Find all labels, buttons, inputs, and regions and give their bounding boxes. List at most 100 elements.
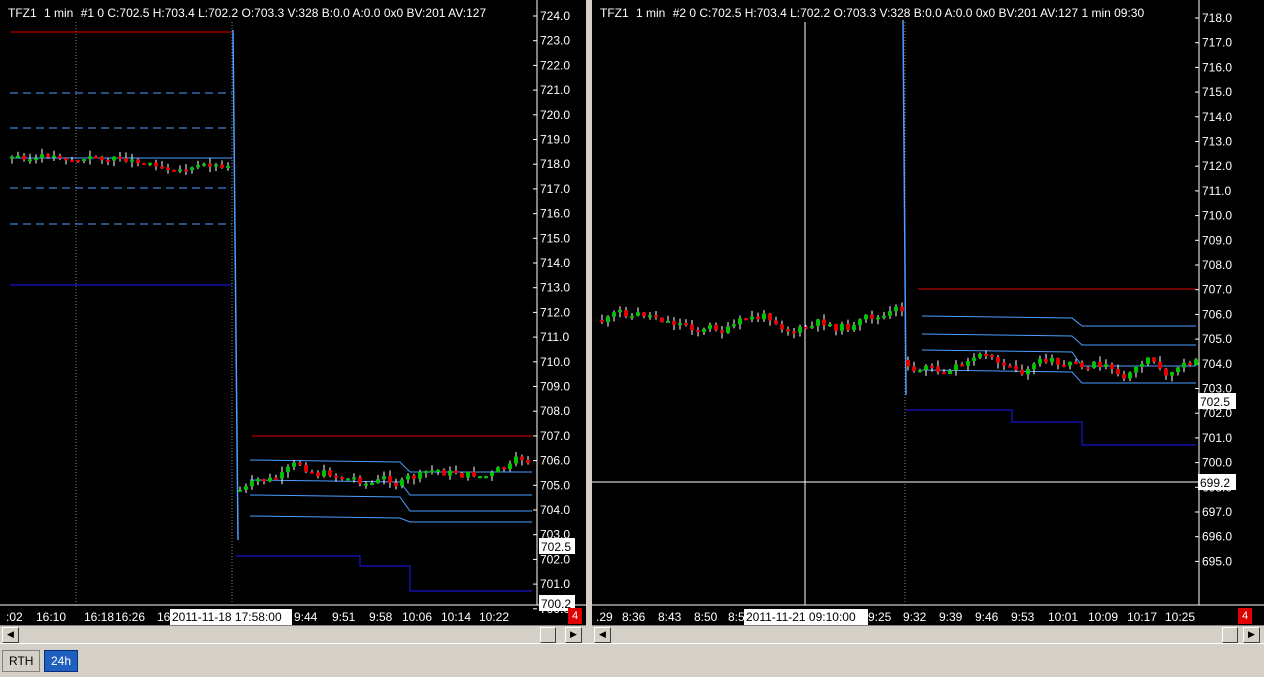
time-tick-label: 8:43 [658,610,682,624]
candle-body [900,306,904,312]
scroll-right-arrow-icon[interactable]: ▶ [565,627,582,643]
candle-body [828,324,832,327]
candle-body [738,318,742,325]
candle-body [370,482,374,485]
candle-body [142,163,146,166]
time-tick-label: 9:25 [868,610,892,624]
price-tick-label: 720.0 [540,108,570,122]
candle-body [960,364,964,367]
candle-body [28,159,32,162]
candle-body [220,164,224,168]
chart-header-2: TFZ1 1 min #2 0 C:702.5 H:703.4 L:702.2 … [600,6,1148,20]
scroll-thumb[interactable] [540,627,556,643]
candle-body [1128,372,1132,379]
price-tick-label: 705.0 [540,478,570,492]
candle-body [418,471,422,479]
candle-body [238,489,242,492]
candle-body [16,155,20,158]
candle-body [906,360,910,367]
candle-body [268,477,272,482]
tab-rth[interactable]: RTH [2,650,41,672]
candle-body [1092,361,1096,368]
candle-body [810,325,814,328]
price-chart-1[interactable]: 724.0 723.0 722.0 721.0 720.0 719.0 718.0 717.0… [0,0,586,643]
price-tick-label: 707.0 [1202,283,1232,297]
time-tick-label: 10:17 [1127,610,1157,624]
candle-body [792,331,796,334]
price-tick-label: 714.0 [1202,110,1232,124]
candle-body [340,477,344,480]
candle-body [244,486,248,490]
candle-body [202,163,206,166]
candle-body [406,475,410,480]
candle-body [726,326,730,333]
chart-pane-1[interactable]: 724.0 723.0 722.0 721.0 720.0 719.0 718.0 717.0… [0,0,586,643]
candle-body [454,470,458,473]
candle-body [1158,361,1162,369]
candle-body [972,357,976,362]
scroll-left-arrow-icon[interactable]: ◀ [594,627,611,643]
candle-body [154,162,158,167]
cursor-time-label: 2011-11-18 17:58:00 [172,610,282,624]
candle-body [612,312,616,317]
candle-body [148,162,152,165]
count-badge: 4 [568,608,582,624]
time-tick-label: 10:09 [1088,610,1118,624]
price-tick-label: 710.0 [540,355,570,369]
price-tick-label: 717.0 [540,182,570,196]
candle-body [88,156,92,160]
scroll-left-arrow-icon[interactable]: ◀ [2,627,19,643]
horizontal-scrollbar-2[interactable]: ◀ ▶ [592,625,1264,643]
candle-body [376,479,380,483]
candle-body [262,479,266,482]
candle-body [1116,369,1120,375]
candle-body [756,316,760,320]
candle-body [1152,357,1156,362]
price-tick-label: 705.0 [1202,332,1232,346]
candle-body [1038,359,1042,364]
chart-pane-2[interactable]: 718.0 717.0 716.0 715.0 714.0 713.0 712.0 711.0… [592,0,1264,643]
candle-body [876,317,880,320]
candle-body [184,169,188,172]
candle-body [1080,362,1084,368]
candle-body [1164,368,1168,376]
candle-body [304,464,308,472]
candle-body [430,470,434,473]
candle-body [382,476,386,480]
std-band [249,515,532,523]
candle-body [804,326,808,329]
scroll-thumb[interactable] [1222,627,1238,643]
price-tick-label: 696.0 [1202,530,1232,544]
quote-summary: #2 0 C:702.5 H:703.4 L:702.2 O:703.3 V:3… [672,6,1145,20]
price-tick-label: 701.0 [540,577,570,591]
horizontal-scrollbar-1[interactable]: ◀ ▶ [0,625,586,643]
tab-24h[interactable]: 24h [44,650,79,672]
candle-body [1146,357,1150,364]
session-low-line [236,555,532,592]
candle-body [250,480,254,487]
candle-body [472,471,476,477]
candle-body [100,156,104,160]
price-tick-label: 712.0 [540,305,570,319]
price-chart-2[interactable]: 718.0 717.0 716.0 715.0 714.0 713.0 712.0 711.0… [592,0,1264,643]
candle-body [624,310,628,317]
std-band [921,315,1196,327]
candle-body [990,355,994,358]
candle-body [106,159,110,162]
candle-body [484,476,488,479]
current-price-label: 702.5 [541,540,571,554]
time-tick-label: :02 [6,610,23,624]
cursor-price-label: 700.2 [541,597,571,611]
candle-body [22,155,26,160]
candle-body [400,479,404,487]
price-tick-label: 712.0 [1202,159,1232,173]
candle-body [226,166,230,169]
candle-body [936,366,940,372]
price-tick-label: 721.0 [540,83,570,97]
candle-body [94,156,98,159]
candle-body [1086,367,1090,370]
time-tick-label: 16 [157,610,171,624]
scroll-right-arrow-icon[interactable]: ▶ [1243,627,1260,643]
symbol-label: TFZ1 [8,6,37,20]
candle-body [966,361,970,366]
